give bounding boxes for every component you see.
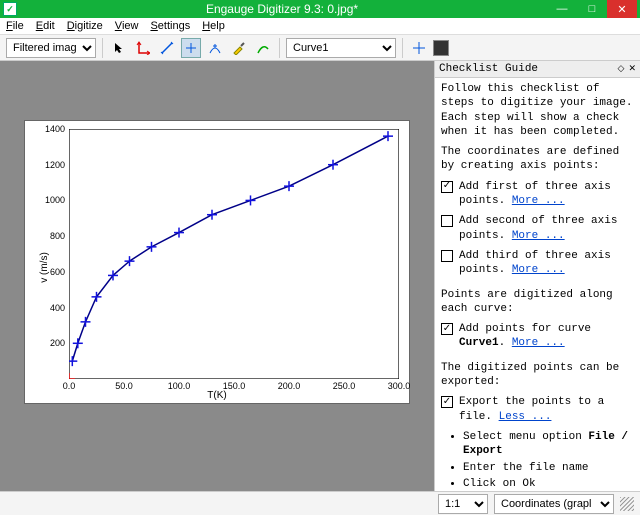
statusbar: 1:1 Coordinates (grapl [0,491,640,515]
list-item: Click on Ok [463,477,634,491]
y-tick: 1200 [43,160,65,170]
zoom-select[interactable]: 1:1 [438,494,488,514]
menu-file[interactable]: File [6,20,24,32]
panel-header: Checklist Guide ◇ ✕ [435,61,640,78]
export-bullets: Select menu option File / Export Enter t… [463,430,634,491]
checkbox-icon[interactable] [441,215,453,227]
x-tick: 50.0 [115,381,133,391]
y-tick: 200 [43,338,65,348]
coords-select[interactable]: Coordinates (grapl [494,494,614,514]
menu-view[interactable]: View [115,20,139,32]
crosshair-icon[interactable] [409,38,429,58]
panel-close-icon[interactable]: ✕ [628,64,636,74]
more-link[interactable]: More ... [512,264,565,276]
window-title: Engauge Digitizer 9.3: 0.jpg* [17,2,547,16]
maximize-button[interactable]: □ [577,0,607,18]
close-button[interactable]: ✕ [607,0,637,18]
resize-grip-icon[interactable] [620,497,634,511]
section-curve: Points are digitized along each curve: [441,288,634,317]
chart-image[interactable]: v (m/s) T(K) 200400600800100012001400 0.… [25,121,409,403]
panel-body: Follow this checklist of steps to digiti… [435,78,640,491]
chart-plot [69,129,399,379]
titlebar: ✓ Engauge Digitizer 9.3: 0.jpg* — □ ✕ [0,0,640,18]
segment-fill-tool-icon[interactable] [253,38,273,58]
checkbox-checked-icon[interactable]: ✓ [441,181,453,193]
more-link[interactable]: More ... [512,230,565,242]
menu-help[interactable]: Help [202,20,225,32]
axis-step-3: Add third of three axis points. More ... [459,249,634,278]
canvas-area[interactable]: v (m/s) T(K) 200400600800100012001400 0.… [0,61,434,491]
more-link[interactable]: More ... [512,337,565,349]
more-link[interactable]: More ... [512,195,565,207]
undock-icon[interactable]: ◇ [618,64,625,74]
panel-title: Checklist Guide [439,63,538,75]
x-tick: 150.0 [223,381,246,391]
image-mode-select[interactable]: Filtered image [6,38,96,58]
y-tick: 600 [43,267,65,277]
intro-text: Follow this checklist of steps to digiti… [441,82,634,139]
x-axis-label: T(K) [207,390,226,401]
x-tick: 200.0 [278,381,301,391]
app-icon: ✓ [3,2,17,16]
menu-digitize[interactable]: Digitize [67,20,103,32]
x-tick: 250.0 [333,381,356,391]
scale-tool-icon[interactable] [157,38,177,58]
pointer-tool-icon[interactable] [109,38,129,58]
minimize-button[interactable]: — [547,0,577,18]
section-axis: The coordinates are defined by creating … [441,145,634,174]
y-tick: 400 [43,303,65,313]
x-tick: 100.0 [168,381,191,391]
export-step: Export the points to a file. Less ... [459,395,634,424]
y-tick: 1400 [43,124,65,134]
less-link[interactable]: Less ... [499,411,552,423]
x-tick: 300.0 [388,381,411,391]
curve-point-tool-icon[interactable] [181,38,201,58]
checkbox-checked-icon[interactable]: ✓ [441,323,453,335]
curve-select[interactable]: Curve1 [286,38,396,58]
color-swatch[interactable] [433,40,449,56]
toolbar: Filtered image Curve1 [0,35,640,61]
list-item: Select menu option File / Export [463,430,634,459]
checkbox-icon[interactable] [441,250,453,262]
menu-settings[interactable]: Settings [150,20,190,32]
menubar: File Edit Digitize View Settings Help [0,18,640,35]
color-picker-tool-icon[interactable] [229,38,249,58]
checkbox-checked-icon[interactable]: ✓ [441,396,453,408]
list-item: Enter the file name [463,461,634,475]
section-export: The digitized points can be exported: [441,361,634,390]
curve-step: Add points for curve Curve1. More ... [459,322,634,351]
divider [402,38,403,58]
match-tool-icon[interactable] [205,38,225,58]
axis-tool-icon[interactable] [133,38,153,58]
y-tick: 800 [43,231,65,241]
divider [279,38,280,58]
axis-step-2: Add second of three axis points. More ..… [459,214,634,243]
divider [102,38,103,58]
x-tick: 0.0 [63,381,76,391]
axis-step-1: Add first of three axis points. More ... [459,180,634,209]
y-tick: 1000 [43,195,65,205]
checklist-panel: Checklist Guide ◇ ✕ Follow this checklis… [434,61,640,491]
menu-edit[interactable]: Edit [36,20,55,32]
